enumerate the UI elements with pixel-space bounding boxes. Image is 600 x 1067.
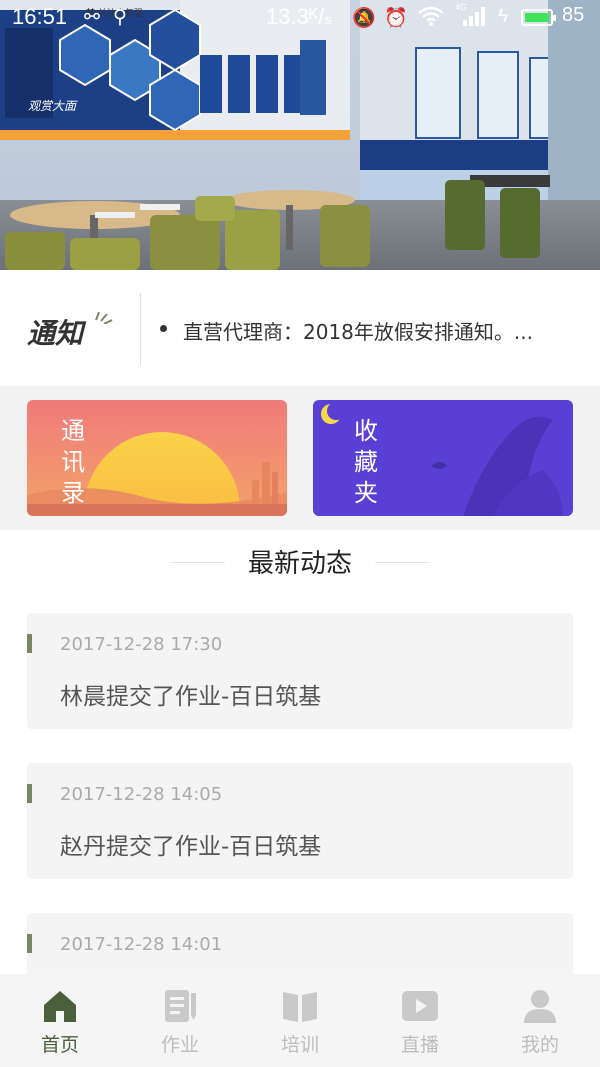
tab-homework[interactable]: 作业 [120, 974, 240, 1067]
network-speed: 13.3ᴷ/ₛ [266, 4, 333, 29]
signal-icon [462, 6, 488, 32]
battery-level: 85 [562, 4, 585, 26]
tab-live-label: 直播 [400, 1034, 439, 1056]
mute-icon: 🔕 [352, 8, 376, 29]
tab-profile[interactable]: 我的 [480, 974, 600, 1067]
status-time: 16:51 [12, 4, 68, 29]
home-icon [44, 991, 76, 1022]
tab-live[interactable]: 直播 [360, 974, 480, 1067]
activity-item[interactable]: 2017-12-28 14:05 赵丹提交了作业-百日筑基 [27, 763, 573, 879]
banner-photo: 梦·关注少年强 观赏大面 [0, 0, 600, 270]
wifi-icon [418, 6, 444, 32]
activity-feed[interactable]: 2017-12-28 17:30 林晨提交了作业-百日筑基 2017-12-28… [0, 590, 600, 974]
book-icon [283, 992, 317, 1022]
activity-date: 2017-12-28 14:01 [60, 934, 223, 955]
battery-icon [521, 9, 556, 26]
activity-date: 2017-12-28 17:30 [60, 634, 223, 655]
activity-text: 赵丹提交了作业-百日筑基 [60, 834, 322, 860]
tab-home[interactable]: 首页 [0, 974, 120, 1067]
notice-logo: 通知 [27, 317, 84, 350]
play-icon [402, 991, 438, 1021]
section-title: 最新动态 [247, 549, 352, 579]
activity-marker [27, 934, 32, 953]
share-icon: ⚯ [84, 7, 100, 28]
banner-image[interactable]: 梦·关注少年强 观赏大面 [0, 0, 600, 270]
notebook-icon [165, 990, 196, 1022]
tab-homework-label: 作业 [160, 1034, 199, 1056]
tab-training-label: 培训 [280, 1034, 319, 1056]
notice-message[interactable]: 直营代理商：2018年放假安排通知。... [183, 316, 583, 345]
favorites-label-text: 收藏夹 [354, 417, 378, 507]
status-bar: 16:51 ⚯ ⚲ 13.3ᴷ/ₛ 🔕 ⏰ 4G ϟ 85 [0, 0, 600, 36]
activity-date: 2017-12-28 14:05 [60, 784, 223, 805]
tab-home-label: 首页 [40, 1034, 79, 1056]
notice-bullet [160, 325, 167, 332]
activity-text: 林晨提交了作业-百日筑基 [60, 684, 322, 710]
svg-text:观赏大面: 观赏大面 [28, 99, 78, 113]
notice-divider [140, 293, 141, 365]
activity-item[interactable]: 2017-12-28 14:01 [27, 913, 573, 974]
activity-item[interactable]: 2017-12-28 17:30 林晨提交了作业-百日筑基 [27, 613, 573, 729]
user-icon [524, 990, 556, 1023]
bottom-tab-bar: 首页 作业 培训 直播 我的 [0, 974, 600, 1067]
activity-marker [27, 784, 32, 803]
notice-rays-icon [95, 311, 113, 324]
activity-marker [27, 634, 32, 653]
tab-profile-label: 我的 [520, 1034, 559, 1056]
usb-icon: ⚲ [113, 7, 127, 28]
tab-training[interactable]: 培训 [240, 974, 360, 1067]
alarm-icon: ⏰ [384, 8, 408, 29]
title-divider-right [375, 562, 430, 563]
contacts-label-text: 通讯录 [61, 417, 85, 507]
charging-icon: ϟ [498, 6, 509, 27]
